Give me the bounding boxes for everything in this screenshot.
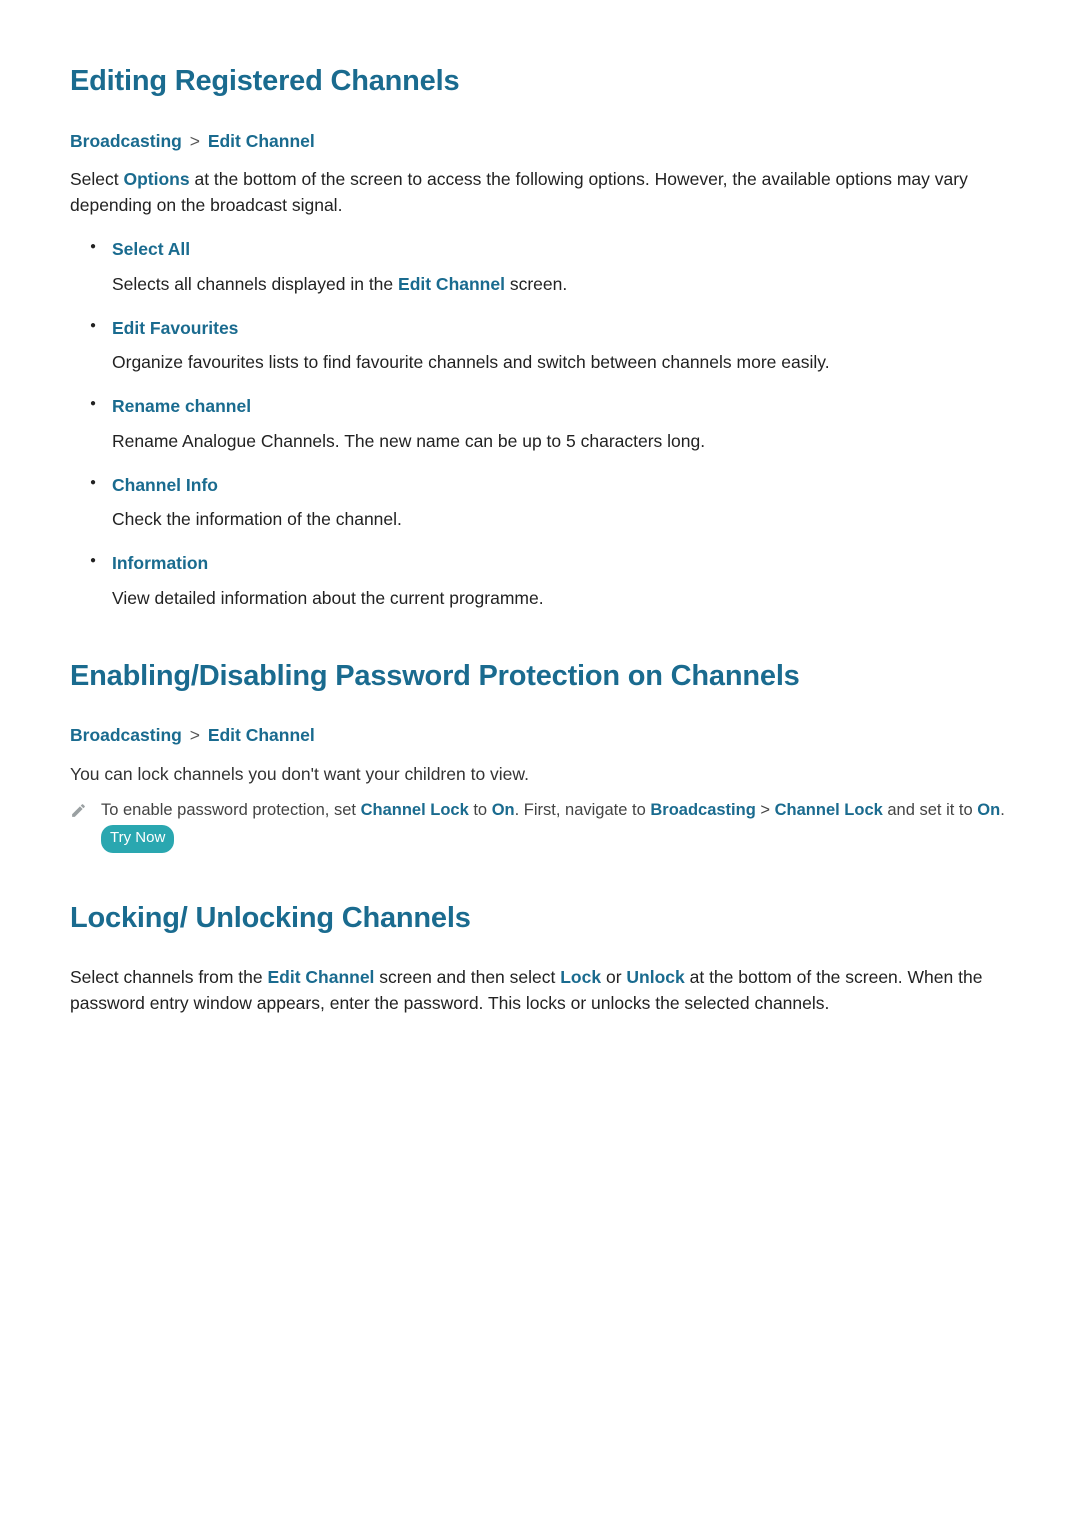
note-row: To enable password protection, set Chann… <box>70 797 1010 853</box>
pwd-intro-line: You can lock channels you don't want you… <box>70 761 1010 787</box>
option-select-all: Select All Selects all channels displaye… <box>90 236 1010 297</box>
section-lock-unlock: Locking/ Unlocking Channels Select chann… <box>70 897 1010 1017</box>
text: screen. <box>505 274 567 294</box>
option-desc: Check the information of the channel. <box>112 509 402 529</box>
lock-keyword: Lock <box>560 967 601 987</box>
breadcrumb-separator: > <box>756 801 775 819</box>
option-desc: View detailed information about the curr… <box>112 588 544 608</box>
breadcrumb: Broadcasting > Edit Channel <box>70 722 1010 748</box>
breadcrumb: Broadcasting > Edit Channel <box>70 128 1010 154</box>
try-now-button[interactable]: Try Now <box>101 825 174 853</box>
breadcrumb-separator: > <box>190 131 200 151</box>
section-editing-channels: Editing Registered Channels Broadcasting… <box>70 60 1010 611</box>
breadcrumb-item: Edit Channel <box>208 131 315 151</box>
edit-channel-keyword: Edit Channel <box>398 274 505 294</box>
channel-lock-keyword: Channel Lock <box>361 801 469 819</box>
option-title: Channel Info <box>112 472 1010 498</box>
option-desc: Organize favourites lists to find favour… <box>112 352 830 372</box>
breadcrumb-item: Edit Channel <box>208 725 315 745</box>
unlock-keyword: Unlock <box>626 967 684 987</box>
text: Select channels from the <box>70 967 267 987</box>
section-password-protection: Enabling/Disabling Password Protection o… <box>70 655 1010 853</box>
text: and set it to <box>883 801 977 819</box>
broadcasting-keyword: Broadcasting <box>650 801 755 819</box>
options-keyword: Options <box>124 169 190 189</box>
text: . <box>1000 801 1005 819</box>
text: Selects all channels displayed in the <box>112 274 398 294</box>
option-channel-info: Channel Info Check the information of th… <box>90 472 1010 533</box>
option-desc: Rename Analogue Channels. The new name c… <box>112 431 705 451</box>
option-rename-channel: Rename channel Rename Analogue Channels.… <box>90 393 1010 454</box>
heading-edit-channels: Editing Registered Channels <box>70 60 1010 104</box>
options-list: Select All Selects all channels displaye… <box>70 236 1010 611</box>
option-title: Rename channel <box>112 393 1010 419</box>
option-desc: Selects all channels displayed in the Ed… <box>112 274 567 294</box>
intro-text-part: Select <box>70 169 124 189</box>
text: or <box>601 967 626 987</box>
breadcrumb-item: Broadcasting <box>70 725 182 745</box>
note-text: To enable password protection, set Chann… <box>101 797 1010 853</box>
text: screen and then select <box>374 967 560 987</box>
on-keyword: On <box>492 801 515 819</box>
on-keyword: On <box>977 801 1000 819</box>
heading-password-protection: Enabling/Disabling Password Protection o… <box>70 655 1010 699</box>
option-title: Information <box>112 550 1010 576</box>
lock-body-text: Select channels from the Edit Channel sc… <box>70 964 1010 1017</box>
pencil-icon <box>70 800 87 817</box>
text: To enable password protection, set <box>101 801 361 819</box>
option-edit-favourites: Edit Favourites Organize favourites list… <box>90 315 1010 376</box>
intro-text-part: at the bottom of the screen to access th… <box>70 169 968 215</box>
option-title: Edit Favourites <box>112 315 1010 341</box>
breadcrumb-separator: > <box>190 725 200 745</box>
edit-channel-keyword: Edit Channel <box>267 967 374 987</box>
text: to <box>469 801 492 819</box>
channel-lock-keyword: Channel Lock <box>775 801 883 819</box>
heading-lock-unlock: Locking/ Unlocking Channels <box>70 897 1010 941</box>
option-information: Information View detailed information ab… <box>90 550 1010 611</box>
option-title: Select All <box>112 236 1010 262</box>
breadcrumb-item: Broadcasting <box>70 131 182 151</box>
text: . First, navigate to <box>515 801 651 819</box>
intro-text: Select Options at the bottom of the scre… <box>70 166 1010 219</box>
